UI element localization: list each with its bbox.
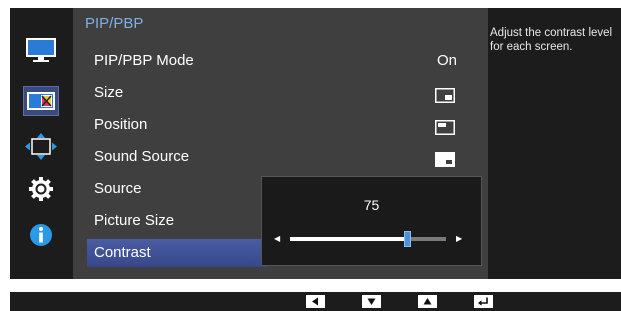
contrast-slider-popup: 75 ◀ ▶ — [261, 176, 482, 266]
menu-item-label: Contrast — [94, 244, 151, 261]
menu-item-label: Size — [94, 84, 124, 101]
help-description: Adjust the contrast level for each scree… — [490, 27, 613, 53]
settings-icon[interactable] — [23, 174, 59, 204]
slider-left-arrow-icon[interactable]: ◀ — [274, 234, 280, 243]
picture-icon[interactable] — [23, 34, 59, 64]
osd-window: PIP/PBP PIP/PBP Mode On Size Position So… — [10, 8, 621, 279]
left-arrow-icon[interactable] — [306, 295, 325, 308]
menu-item-label: PIP/PBP Mode — [94, 52, 194, 69]
menu-item-contrast[interactable]: Contrast — [87, 239, 267, 267]
menu-item-pip-pbp-mode[interactable]: PIP/PBP Mode On — [87, 47, 467, 75]
slider-fill — [290, 237, 407, 241]
size-position-icon[interactable] — [23, 132, 59, 162]
nav-button-bar — [10, 292, 621, 311]
slider-thumb[interactable] — [404, 231, 411, 247]
pip-size-icon — [435, 85, 455, 103]
menu-item-sound-source[interactable]: Sound Source — [87, 143, 467, 171]
up-arrow-icon[interactable] — [418, 295, 437, 308]
menu-item-position[interactable]: Position — [87, 111, 467, 139]
slider-value: 75 — [363, 197, 380, 213]
slider-right-arrow-icon[interactable]: ▶ — [456, 234, 462, 243]
enter-icon[interactable] — [474, 295, 493, 308]
pip-position-icon — [435, 117, 455, 135]
menu-title: PIP/PBP — [85, 15, 144, 32]
pip-pbp-mode-value: On — [436, 52, 457, 69]
sound-source-icon — [435, 149, 455, 167]
menu-item-label: Sound Source — [94, 148, 190, 165]
down-arrow-icon[interactable] — [362, 295, 381, 308]
menu-item-label: Picture Size — [94, 212, 175, 229]
info-icon[interactable] — [23, 220, 59, 250]
menu-item-label: Position — [94, 116, 148, 133]
category-sidebar — [10, 8, 73, 279]
menu-item-label: Source — [94, 180, 142, 197]
contrast-slider[interactable] — [290, 231, 446, 247]
color-icon[interactable] — [23, 86, 59, 116]
menu-item-size[interactable]: Size — [87, 79, 467, 107]
